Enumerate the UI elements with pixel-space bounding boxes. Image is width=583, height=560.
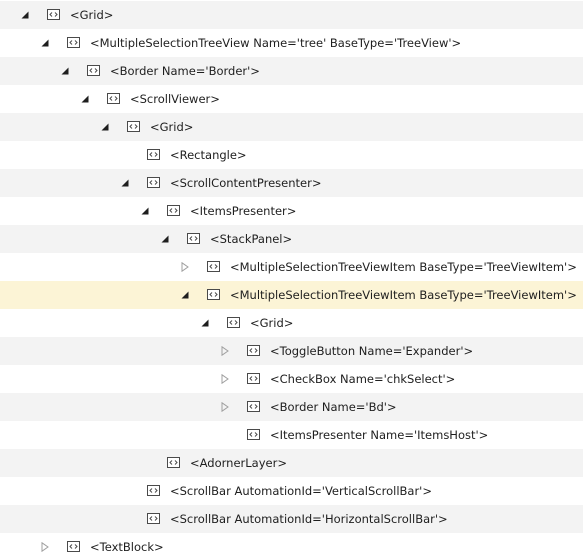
tree-node-label: <ItemsPresenter>	[190, 204, 297, 218]
tree-row[interactable]: <Border Name='Bd'>	[0, 393, 583, 421]
collapsed-triangle-icon[interactable]	[180, 262, 190, 272]
tree-row-selected[interactable]: <MultipleSelectionTreeViewItem BaseType=…	[0, 281, 583, 309]
tree-node-label: <CheckBox Name='chkSelect'>	[270, 372, 456, 386]
tree-row[interactable]: <MultipleSelectionTreeViewItem BaseType=…	[0, 253, 583, 281]
expanded-triangle-icon[interactable]	[20, 10, 30, 20]
tree-node-label: <ScrollBar AutomationId='HorizontalScrol…	[170, 512, 448, 526]
expanded-triangle-icon[interactable]	[160, 234, 170, 244]
xaml-element-icon	[67, 541, 80, 552]
visual-tree: <Grid> <MultipleSelectionTreeView Name='t…	[0, 0, 583, 560]
expanded-triangle-icon[interactable]	[140, 206, 150, 216]
xaml-element-icon	[247, 345, 260, 356]
tree-node-label: <MultipleSelectionTreeView Name='tree' B…	[90, 36, 462, 50]
xaml-element-icon	[207, 289, 220, 300]
xaml-element-icon	[107, 93, 120, 104]
tree-row[interactable]: <StackPanel>	[0, 225, 583, 253]
tree-node-label: <MultipleSelectionTreeViewItem BaseType=…	[230, 288, 577, 302]
tree-row[interactable]: <ItemsPresenter>	[0, 197, 583, 225]
tree-node-label: <ScrollViewer>	[130, 92, 220, 106]
tree-node-label: <AdornerLayer>	[190, 456, 287, 470]
collapsed-triangle-icon[interactable]	[220, 374, 230, 384]
xaml-element-icon	[47, 9, 60, 20]
xaml-element-icon	[67, 37, 80, 48]
tree-node-label: <ScrollBar AutomationId='VerticalScrollB…	[170, 484, 432, 498]
expanded-triangle-icon[interactable]	[120, 178, 130, 188]
xaml-element-icon	[207, 261, 220, 272]
tree-node-label: <StackPanel>	[210, 232, 293, 246]
tree-node-label: <Border Name='Bd'>	[270, 400, 397, 414]
expanded-triangle-icon[interactable]	[60, 66, 70, 76]
tree-row[interactable]: <Grid>	[0, 1, 583, 29]
xaml-element-icon	[167, 205, 180, 216]
collapsed-triangle-icon[interactable]	[220, 346, 230, 356]
expanded-triangle-icon[interactable]	[200, 318, 210, 328]
tree-node-label: <Border Name='Border'>	[110, 64, 260, 78]
tree-row[interactable]: <ScrollContentPresenter>	[0, 169, 583, 197]
tree-row[interactable]: <ScrollViewer>	[0, 85, 583, 113]
tree-row[interactable]: <MultipleSelectionTreeView Name='tree' B…	[0, 29, 583, 57]
tree-row[interactable]: <ScrollBar AutomationId='HorizontalScrol…	[0, 505, 583, 533]
xaml-element-icon	[147, 485, 160, 496]
tree-node-label: <ScrollContentPresenter>	[170, 176, 322, 190]
tree-node-label: <ItemsPresenter Name='ItemsHost'>	[270, 428, 489, 442]
collapsed-triangle-icon[interactable]	[40, 542, 50, 552]
tree-row[interactable]: <AdornerLayer>	[0, 449, 583, 477]
tree-node-label: <Rectangle>	[170, 148, 247, 162]
xaml-element-icon	[247, 429, 260, 440]
xaml-element-icon	[147, 513, 160, 524]
tree-node-label: <TextBlock>	[90, 540, 164, 554]
tree-row[interactable]: <Rectangle>	[0, 141, 583, 169]
tree-node-label: <Grid>	[70, 8, 114, 22]
xaml-element-icon	[147, 149, 160, 160]
tree-row[interactable]: <Grid>	[0, 309, 583, 337]
xaml-element-icon	[247, 401, 260, 412]
tree-row[interactable]: <ItemsPresenter Name='ItemsHost'>	[0, 421, 583, 449]
expanded-triangle-icon[interactable]	[180, 290, 190, 300]
tree-node-label: <Grid>	[150, 120, 194, 134]
tree-row[interactable]: <CheckBox Name='chkSelect'>	[0, 365, 583, 393]
tree-node-label: <Grid>	[250, 316, 294, 330]
tree-row[interactable]: <Border Name='Border'>	[0, 57, 583, 85]
tree-row[interactable]: <Grid>	[0, 113, 583, 141]
tree-row[interactable]: <ToggleButton Name='Expander'>	[0, 337, 583, 365]
xaml-element-icon	[227, 317, 240, 328]
xaml-element-icon	[147, 177, 160, 188]
collapsed-triangle-icon[interactable]	[220, 402, 230, 412]
tree-node-label: <ToggleButton Name='Expander'>	[270, 344, 474, 358]
xaml-element-icon	[187, 233, 200, 244]
tree-row[interactable]: <TextBlock>	[0, 533, 583, 560]
expanded-triangle-icon[interactable]	[80, 94, 90, 104]
xaml-element-icon	[87, 65, 100, 76]
xaml-element-icon	[167, 457, 180, 468]
expanded-triangle-icon[interactable]	[100, 122, 110, 132]
expanded-triangle-icon[interactable]	[40, 38, 50, 48]
tree-node-label: <MultipleSelectionTreeViewItem BaseType=…	[230, 260, 577, 274]
xaml-element-icon	[127, 121, 140, 132]
tree-row[interactable]: <ScrollBar AutomationId='VerticalScrollB…	[0, 477, 583, 505]
xaml-element-icon	[247, 373, 260, 384]
